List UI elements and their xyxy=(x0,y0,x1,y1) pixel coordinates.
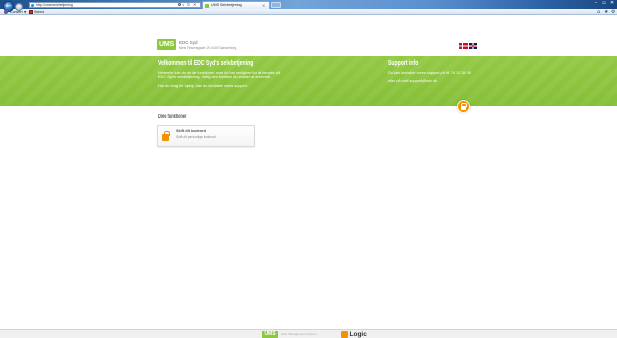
function-title: Skift dit kodeord xyxy=(176,129,206,133)
support-title: Support info xyxy=(388,58,419,67)
footer-tagline: User Management System xyxy=(281,332,317,336)
welcome-banner xyxy=(0,56,617,106)
select-icon xyxy=(29,10,33,14)
browser-tab[interactable]: UMS Selvbetjening xyxy=(202,1,270,9)
ums-logo[interactable]: UMS xyxy=(157,39,176,50)
stop-icon[interactable] xyxy=(193,3,196,7)
window-controls xyxy=(592,0,616,6)
address-url: http://ums/selvbetjening xyxy=(36,3,73,7)
flag-dk-icon[interactable] xyxy=(459,43,468,49)
search-icon[interactable] xyxy=(178,3,181,7)
command-bar xyxy=(0,9,617,15)
org-name: EDC Syd xyxy=(179,40,198,45)
welcome-text-line: EDC Syd's selvbetjening. Vælg den funkti… xyxy=(158,75,272,79)
convert-icon xyxy=(4,10,8,14)
logic-logo-icon xyxy=(341,331,348,338)
org-address: Niels Finsensgade 19, 6400 Sønderborg xyxy=(179,46,237,50)
lock-icon xyxy=(162,131,170,141)
convert-dropdown-icon[interactable] xyxy=(24,10,26,15)
new-tab-button[interactable] xyxy=(271,2,281,8)
user-icon[interactable] xyxy=(457,100,470,113)
welcome-text-line: Nedenfor kan du se de funktioner, som du… xyxy=(158,70,280,75)
chevron-down-icon[interactable] xyxy=(183,3,185,7)
flag-uk-icon[interactable] xyxy=(469,43,477,49)
minimize-icon[interactable] xyxy=(592,0,600,6)
close-tab-icon[interactable] xyxy=(262,3,265,8)
home-icon[interactable] xyxy=(597,9,600,15)
support-text-line: Du kan kontakte vores support på tlf. 74… xyxy=(388,70,471,75)
refresh-icon[interactable] xyxy=(187,3,190,7)
footer-ums-logo: UMS xyxy=(262,331,278,338)
ums-logo-text: UMS xyxy=(159,41,174,48)
welcome-title: Velkommen til EDC Syd's selvbetjening xyxy=(158,58,254,67)
tools-icon[interactable] xyxy=(611,9,615,15)
maximize-icon[interactable] xyxy=(600,0,608,6)
function-card-change-password[interactable]: Skift dit kodeord Skift dit personlige k… xyxy=(157,125,255,147)
address-bar[interactable]: http://ums/selvbetjening xyxy=(29,2,201,8)
logic-logo-text: Logic xyxy=(349,330,367,338)
tab-favicon-icon xyxy=(205,3,209,8)
welcome-text-line: Har du brug for hjælp, kan du kontakte v… xyxy=(158,83,248,88)
close-window-icon[interactable] xyxy=(608,0,616,6)
favorites-icon[interactable] xyxy=(604,9,608,15)
convert-button[interactable]: Convert xyxy=(10,10,23,15)
page-favicon-icon xyxy=(31,3,34,7)
function-description: Skift dit personlige kodeord xyxy=(176,134,216,139)
support-text-line: eller på mail support@edc.dk xyxy=(388,78,438,83)
functions-title: Dine funktioner xyxy=(158,114,187,120)
select-button[interactable]: Select xyxy=(34,10,44,15)
tab-title: UMS Selvbetjening xyxy=(211,3,242,7)
footer-ums-logo-text: UMS xyxy=(264,331,276,337)
